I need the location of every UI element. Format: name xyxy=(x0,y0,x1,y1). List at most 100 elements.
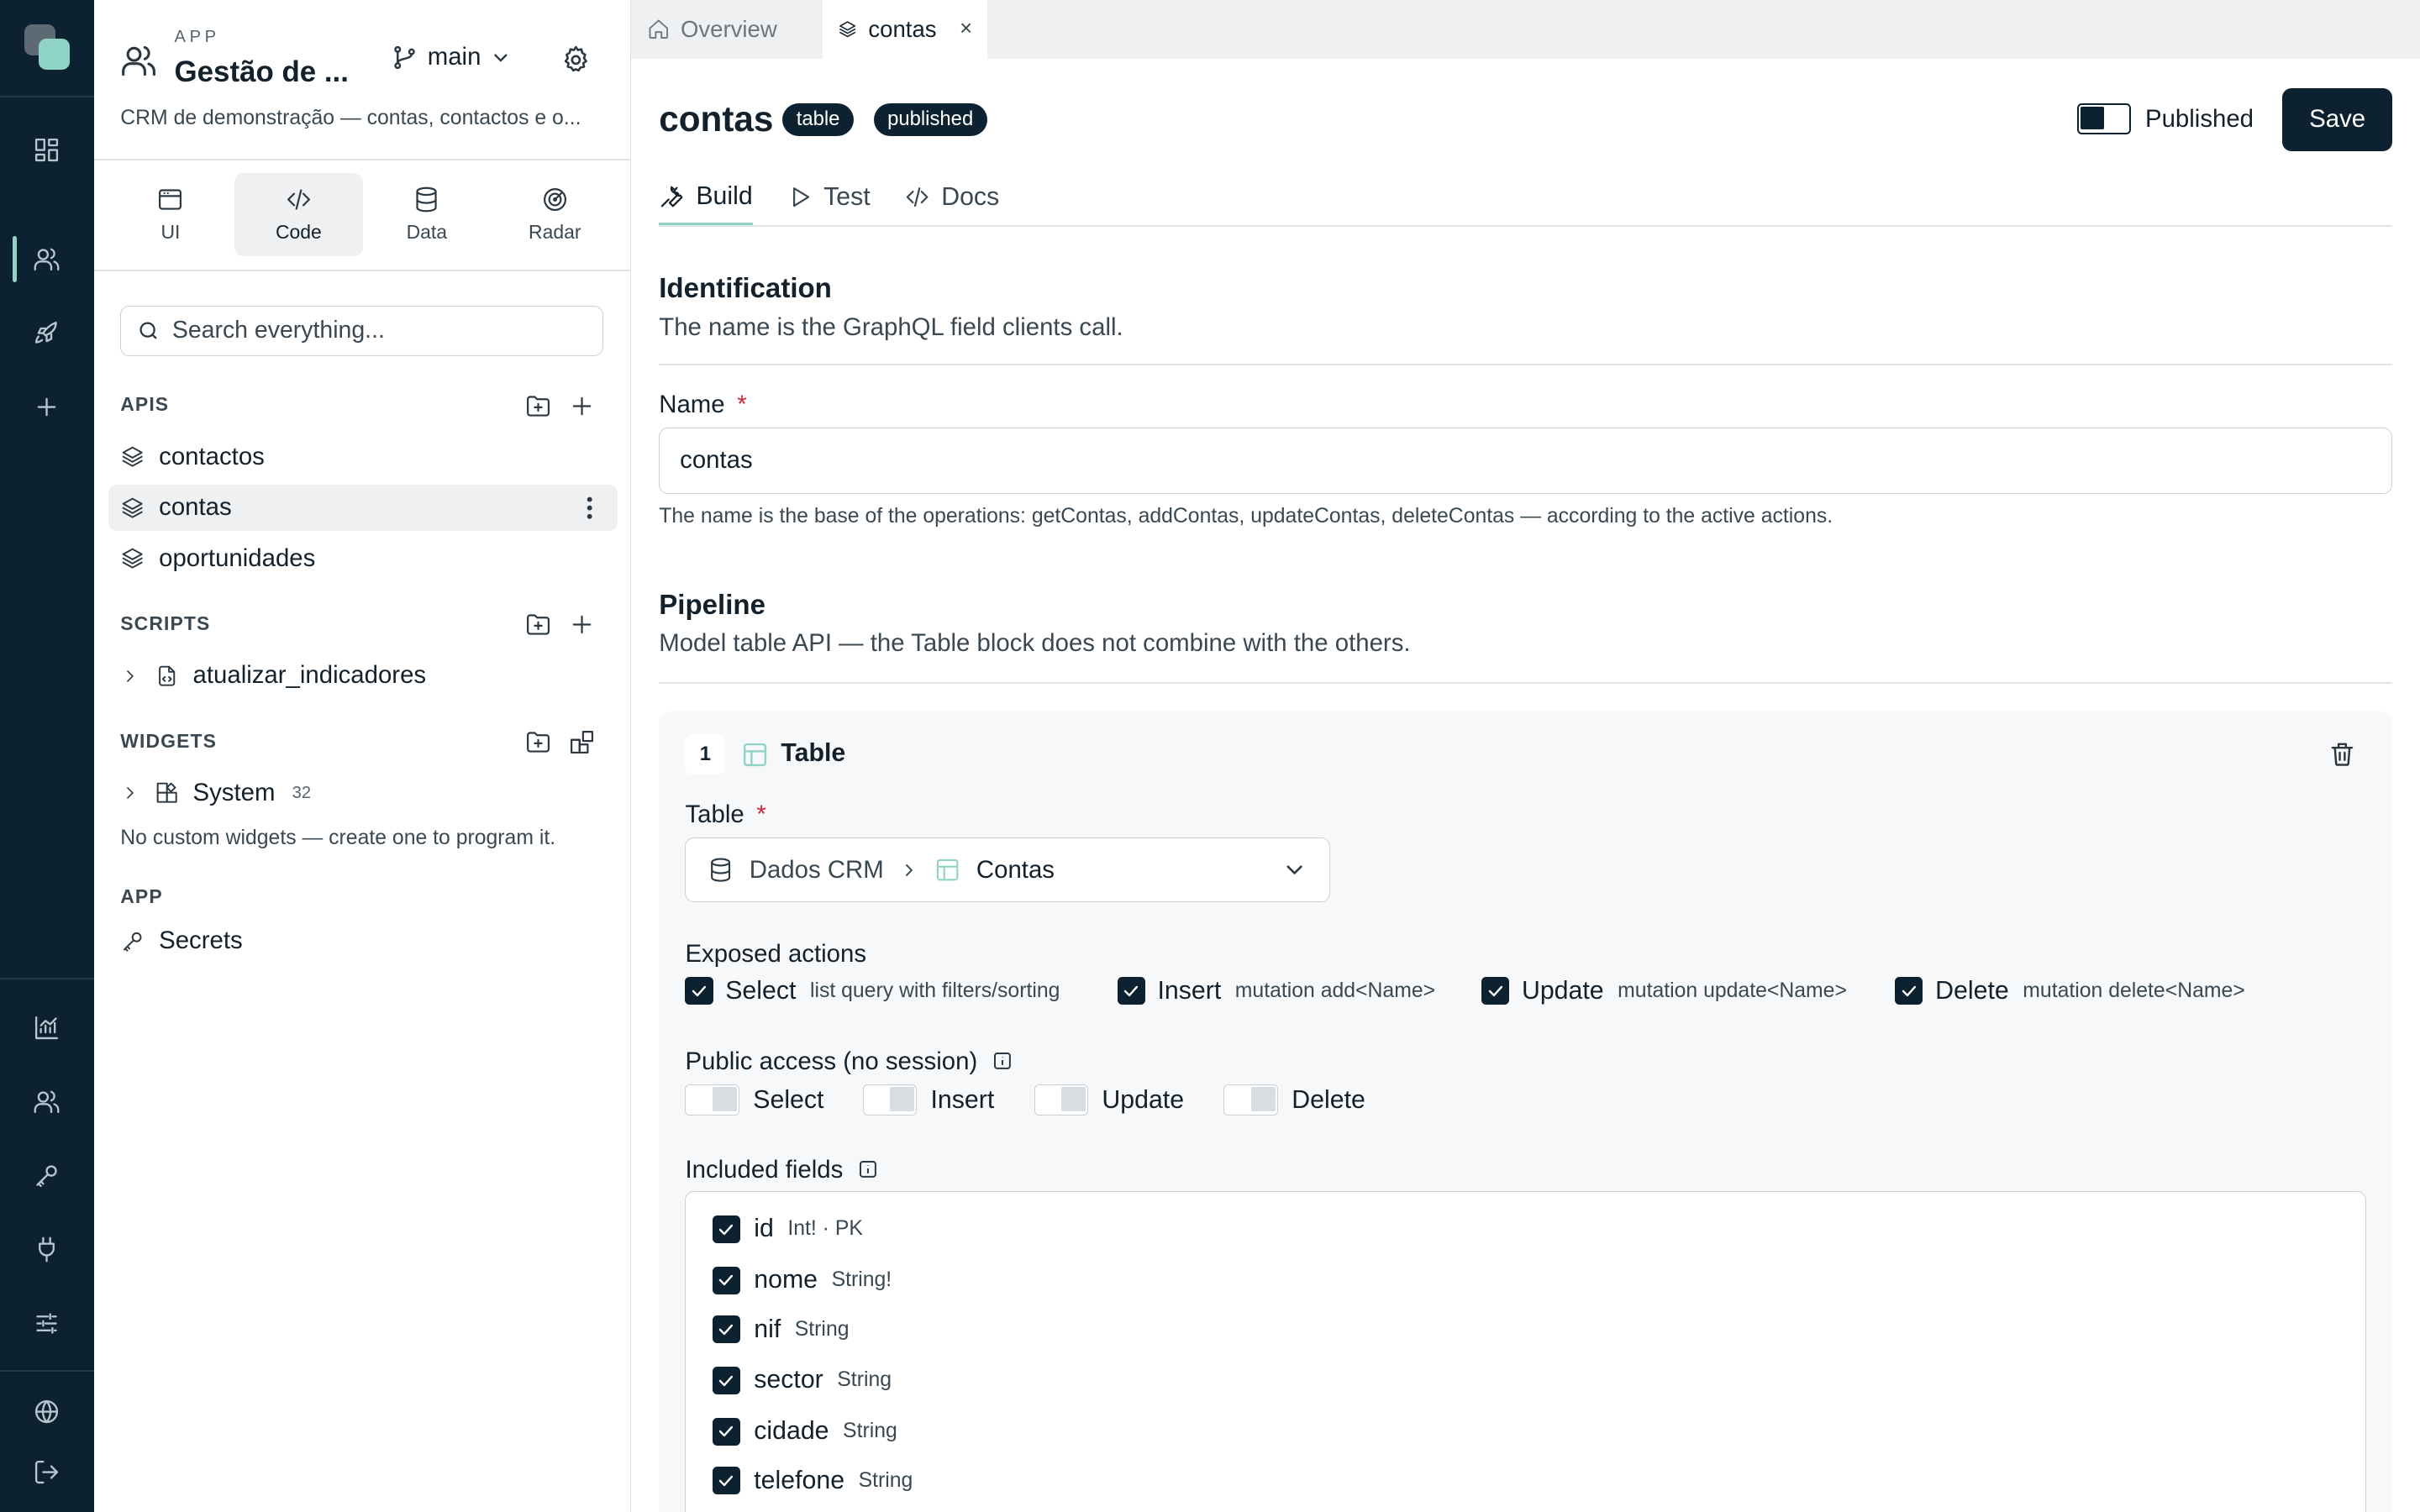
name-field[interactable] xyxy=(659,427,2392,494)
info-icon[interactable] xyxy=(858,1159,878,1179)
tab-test[interactable]: Test xyxy=(786,170,871,225)
checkbox-checked[interactable] xyxy=(712,1215,740,1243)
info-icon[interactable] xyxy=(992,1051,1013,1071)
field-row-nome[interactable]: nome String! xyxy=(712,1266,892,1294)
checkbox-checked[interactable] xyxy=(712,1366,740,1394)
divider xyxy=(94,270,632,272)
chevron-right-icon xyxy=(906,864,913,876)
users-icon[interactable] xyxy=(29,242,63,276)
rocket-icon[interactable] xyxy=(29,317,63,350)
add-widget-icon[interactable] xyxy=(568,728,596,756)
public-access-label: Public access (no session) xyxy=(685,1047,1012,1076)
checkbox-checked[interactable] xyxy=(712,1417,740,1446)
logo[interactable] xyxy=(24,24,71,71)
toggle-label: Update xyxy=(1102,1085,1185,1114)
plug-icon[interactable] xyxy=(29,1233,63,1267)
save-button[interactable]: Save xyxy=(2282,87,2392,151)
key-icon xyxy=(124,932,142,952)
app-users-icon xyxy=(122,45,156,76)
public-update-toggle[interactable]: Update xyxy=(1034,1084,1185,1116)
globe-icon[interactable] xyxy=(29,1394,63,1428)
api-item-oportunidades[interactable]: oportunidades xyxy=(108,535,618,581)
public-delete-toggle[interactable]: Delete xyxy=(1223,1084,1365,1116)
field-row-cidade[interactable]: cidade String xyxy=(712,1417,897,1446)
trash-icon[interactable] xyxy=(2328,739,2357,769)
checkbox-checked[interactable] xyxy=(712,1315,740,1344)
field-row-id[interactable]: id Int! · PK xyxy=(712,1215,863,1243)
add-api-icon[interactable] xyxy=(568,392,596,420)
team-icon[interactable] xyxy=(29,1084,63,1118)
nav-rail xyxy=(0,0,95,1512)
field-type: String xyxy=(843,1420,897,1443)
api-item-contas[interactable]: contas xyxy=(108,484,618,531)
sliders-icon[interactable] xyxy=(29,1307,63,1341)
new-folder-icon[interactable] xyxy=(524,728,552,756)
tab-contas[interactable]: contas × xyxy=(822,0,988,59)
mode-radar[interactable]: Radar xyxy=(491,173,618,256)
widget-item-label: System xyxy=(192,779,276,807)
divider xyxy=(94,159,632,160)
tab-build[interactable]: Build xyxy=(659,170,753,226)
app-item-secrets[interactable]: Secrets xyxy=(108,918,618,964)
public-select-toggle[interactable]: Select xyxy=(685,1084,823,1116)
mode-label: UI xyxy=(160,220,181,243)
dashboard-icon[interactable] xyxy=(29,133,63,166)
sidebar: APP Gestão de ... main CRM de demonstraç… xyxy=(94,0,632,1512)
add-icon[interactable] xyxy=(29,391,63,424)
search-input[interactable]: Search everything... xyxy=(120,305,604,357)
mode-label: Code xyxy=(275,220,322,243)
toggle-off[interactable] xyxy=(1223,1084,1278,1116)
action-select-checkbox[interactable]: Select list query with filters/sorting xyxy=(685,977,1060,1005)
toggle-off[interactable] xyxy=(862,1084,917,1116)
published-label: Published xyxy=(2145,104,2254,133)
data-source-name: Dados CRM xyxy=(749,855,884,884)
api-item-contactos[interactable]: contactos xyxy=(108,433,618,480)
script-item-atualizar-indicadores[interactable]: atualizar_indicadores xyxy=(108,653,618,699)
field-row-nif[interactable]: nif String xyxy=(712,1315,850,1344)
action-insert-checkbox[interactable]: Insert mutation add<Name> xyxy=(1117,977,1435,1005)
field-row-sector[interactable]: sector String xyxy=(712,1366,892,1394)
tab-overview[interactable]: Overview xyxy=(631,0,823,59)
checkbox-checked[interactable] xyxy=(685,977,713,1005)
tab-docs[interactable]: Docs xyxy=(904,170,999,225)
name-label: Name * xyxy=(659,391,746,419)
logout-icon[interactable] xyxy=(29,1455,63,1488)
field-row-telefone[interactable]: telefone String xyxy=(712,1467,913,1495)
subtab-label: Build xyxy=(696,181,753,210)
checkbox-checked[interactable] xyxy=(1895,977,1923,1005)
analytics-icon[interactable] xyxy=(29,1011,63,1044)
more-vertical-icon[interactable] xyxy=(577,496,602,520)
radar-icon xyxy=(543,187,566,211)
editor: contas table published Published Save Bu… xyxy=(631,58,2420,1512)
close-tab-icon[interactable]: × xyxy=(960,17,972,41)
action-description: mutation delete<Name> xyxy=(2023,979,2245,1002)
api-item-label: contas xyxy=(159,493,232,522)
toggle-label: Select xyxy=(753,1085,824,1114)
section-widgets-title: WIDGETS xyxy=(120,729,218,752)
public-insert-toggle[interactable]: Insert xyxy=(862,1084,994,1116)
gear-icon[interactable] xyxy=(560,45,592,76)
key-icon[interactable] xyxy=(29,1158,63,1192)
checkbox-checked[interactable] xyxy=(712,1266,740,1294)
mode-ui[interactable]: UI xyxy=(107,173,234,256)
published-toggle[interactable] xyxy=(2077,103,2132,134)
new-folder-icon[interactable] xyxy=(524,392,552,420)
chevron-right-icon[interactable] xyxy=(120,783,140,803)
checkbox-checked[interactable] xyxy=(1481,977,1510,1005)
checkbox-checked[interactable] xyxy=(712,1467,740,1495)
toggle-off[interactable] xyxy=(685,1084,739,1116)
action-update-checkbox[interactable]: Update mutation update<Name> xyxy=(1481,977,1847,1005)
new-folder-icon[interactable] xyxy=(524,611,552,638)
chevron-right-icon[interactable] xyxy=(120,666,140,686)
checkbox-checked[interactable] xyxy=(1117,977,1145,1005)
action-delete-checkbox[interactable]: Delete mutation delete<Name> xyxy=(1895,977,2245,1005)
layers-icon xyxy=(122,446,143,467)
branch-selector[interactable]: main xyxy=(391,43,512,71)
toggle-off[interactable] xyxy=(1034,1084,1088,1116)
mode-code[interactable]: Code xyxy=(234,172,363,256)
table-select[interactable]: Dados CRM Contas xyxy=(685,837,1331,903)
table-icon xyxy=(937,859,959,881)
widget-item-system[interactable]: System 32 xyxy=(108,770,618,816)
mode-data[interactable]: Data xyxy=(363,173,491,256)
add-script-icon[interactable] xyxy=(568,611,596,638)
